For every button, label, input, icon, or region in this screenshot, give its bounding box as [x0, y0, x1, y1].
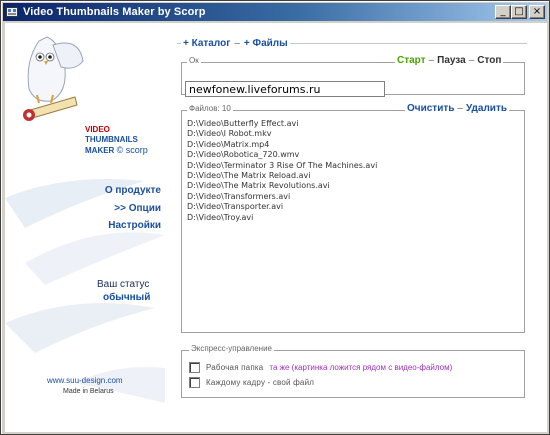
playback-separator: –: [428, 55, 435, 66]
files-count-label: Файлов: 10: [187, 104, 233, 113]
header-links: + Каталог – + Файлы: [181, 38, 290, 49]
stop-button[interactable]: Стоп: [477, 55, 501, 66]
list-item[interactable]: D:\Video\The Matrix Reload.avi: [187, 171, 517, 181]
list-item[interactable]: D:\Video\Transporter.avi: [187, 202, 517, 212]
file-list[interactable]: D:\Video\Butterfly Effect.avi D:\Video\I…: [187, 119, 517, 223]
logo-author: © scorp: [116, 145, 148, 155]
list-item[interactable]: D:\Video\The Matrix Revolutions.avi: [187, 181, 517, 191]
logo-line-thumbnails: THUMBNAILS: [85, 135, 138, 144]
files-actions-separator: –: [457, 103, 463, 114]
close-button[interactable]: ×: [529, 5, 545, 19]
list-item[interactable]: D:\Video\I Robot.mkv: [187, 129, 517, 139]
working-folder-note[interactable]: та же (картинка ложится рядом с видео-фа…: [269, 363, 452, 372]
status-label: Ваш статус: [97, 279, 150, 290]
sidebar: VIDEO THUMBNAILS MAKER © scorp О продукт…: [5, 23, 165, 432]
minimize-button[interactable]: _: [495, 5, 511, 19]
catalog-link[interactable]: + Каталог: [183, 38, 230, 49]
delete-files-button[interactable]: Удалить: [466, 103, 507, 114]
start-button[interactable]: Старт: [397, 55, 426, 66]
maximize-button[interactable]: □: [511, 5, 527, 19]
list-item[interactable]: D:\Video\Butterfly Effect.avi: [187, 119, 517, 129]
express-panel-legend: Экспресс-управление: [189, 344, 274, 353]
file-per-frame-label: Каждому кадру - свой файл: [206, 378, 315, 387]
clear-files-button[interactable]: Очистить: [407, 103, 454, 114]
working-folder-option[interactable]: Рабочая папка та же (картинка ложится ря…: [189, 362, 452, 373]
logo-line-maker: MAKER © scorp: [85, 145, 148, 156]
file-per-frame-option[interactable]: Каждому кадру - свой файл: [189, 377, 314, 388]
website-link[interactable]: www.suu-design.com: [47, 376, 123, 385]
list-item[interactable]: D:\Video\Transformers.avi: [187, 192, 517, 202]
status-value: обычный: [103, 292, 151, 303]
files-link[interactable]: + Файлы: [244, 38, 288, 49]
working-folder-checkbox[interactable]: [189, 362, 200, 373]
window-title: Video Thumbnails Maker by Scorp: [23, 6, 206, 18]
pause-button[interactable]: Пауза: [437, 55, 466, 66]
working-folder-label: Рабочая папка: [206, 363, 264, 372]
app-icon: [5, 5, 19, 19]
playback-controls: Старт – Пауза – Стоп: [395, 55, 504, 66]
close-icon: ×: [532, 6, 542, 17]
url-field[interactable]: newfonew.liveforums.ru: [185, 81, 385, 97]
title-bar[interactable]: Video Thumbnails Maker by Scorp _ □ ×: [3, 3, 547, 21]
logo-maker-word: MAKER: [85, 146, 115, 155]
logo-line-video: VIDEO: [85, 125, 110, 134]
list-item[interactable]: D:\Video\Robotica_720.wmv: [187, 150, 517, 160]
sidebar-item-options[interactable]: >> Опции: [114, 203, 161, 214]
list-item[interactable]: D:\Video\Terminator 3 Rise Of The Machin…: [187, 161, 517, 171]
made-in-label: Made in Belarus: [63, 388, 114, 395]
client-area: VIDEO THUMBNAILS MAKER © scorp О продукт…: [5, 23, 547, 432]
minimize-icon: _: [500, 6, 506, 17]
header-separator: –: [234, 38, 240, 49]
file-per-frame-checkbox[interactable]: [189, 377, 200, 388]
product-logo-text: VIDEO THUMBNAILS MAKER © scorp: [85, 125, 148, 156]
playback-separator: –: [468, 55, 475, 66]
sidebar-item-settings[interactable]: Настройки: [108, 220, 161, 231]
app-window: Video Thumbnails Maker by Scorp _ □ × VI…: [0, 0, 550, 435]
files-actions: Очистить – Удалить: [405, 103, 509, 114]
sidebar-item-about[interactable]: О продукте: [105, 185, 161, 196]
control-panel-legend: Ок: [187, 56, 201, 65]
list-item[interactable]: D:\Video\Matrix.mp4: [187, 140, 517, 150]
list-item[interactable]: D:\Video\Troy.avi: [187, 213, 517, 223]
express-panel: [181, 350, 525, 398]
owl-logo-icon: [23, 36, 84, 121]
maximize-icon: □: [514, 6, 524, 17]
